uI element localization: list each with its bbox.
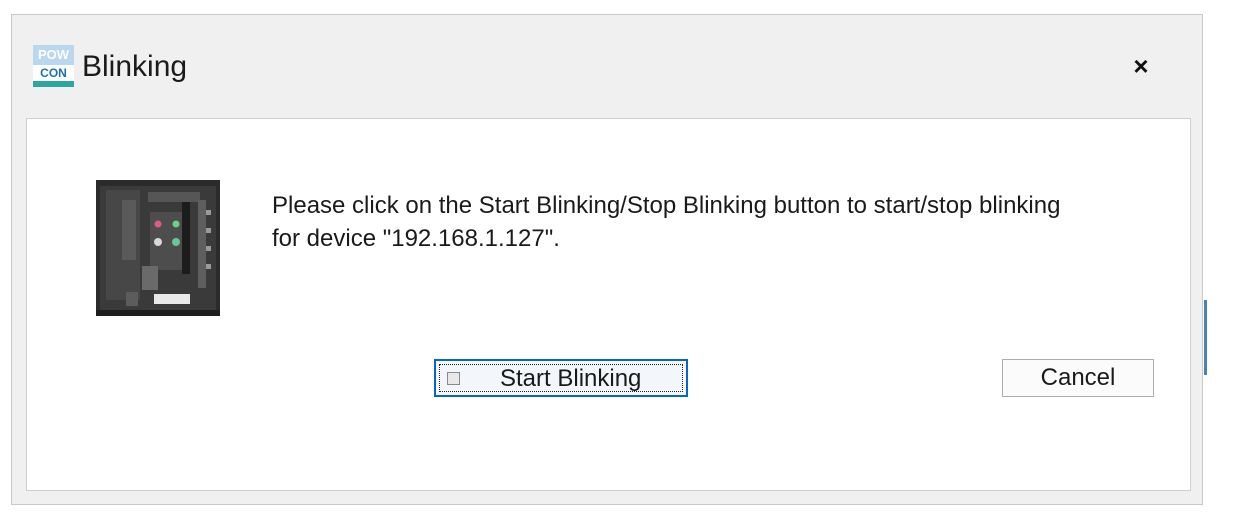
app-icon-bottom: CON [33,65,74,81]
app-icon-bar [33,81,74,87]
start-blinking-label: Start Blinking [500,365,642,392]
cancel-label: Cancel [1040,364,1116,391]
circuit-breaker-device-image [96,180,220,316]
start-blinking-button[interactable]: Start Blinking [434,359,688,397]
dialog-content: Please click on the Start Blinking/Stop … [26,118,1191,491]
message-line-2: for device "192.168.1.127". [272,225,560,252]
background-window-edge [1204,300,1207,375]
close-button[interactable]: × [1122,47,1160,85]
title-bar[interactable]: POW CON Blinking × [12,15,1202,118]
powcon-logo-icon: POW CON [33,45,74,87]
instruction-message: Please click on the Start Blinking/Stop … [272,189,1162,255]
close-icon: × [1133,50,1149,81]
message-line-1: Please click on the Start Blinking/Stop … [272,192,1061,219]
dialog-title: Blinking [82,50,188,83]
cancel-button[interactable]: Cancel [1002,359,1154,397]
blinking-dialog: POW CON Blinking × Please click on the S… [11,14,1203,505]
blink-status-square-icon [447,372,460,385]
page: POW CON Blinking × Please click on the S… [0,0,1239,516]
app-icon-top: POW [33,45,74,65]
